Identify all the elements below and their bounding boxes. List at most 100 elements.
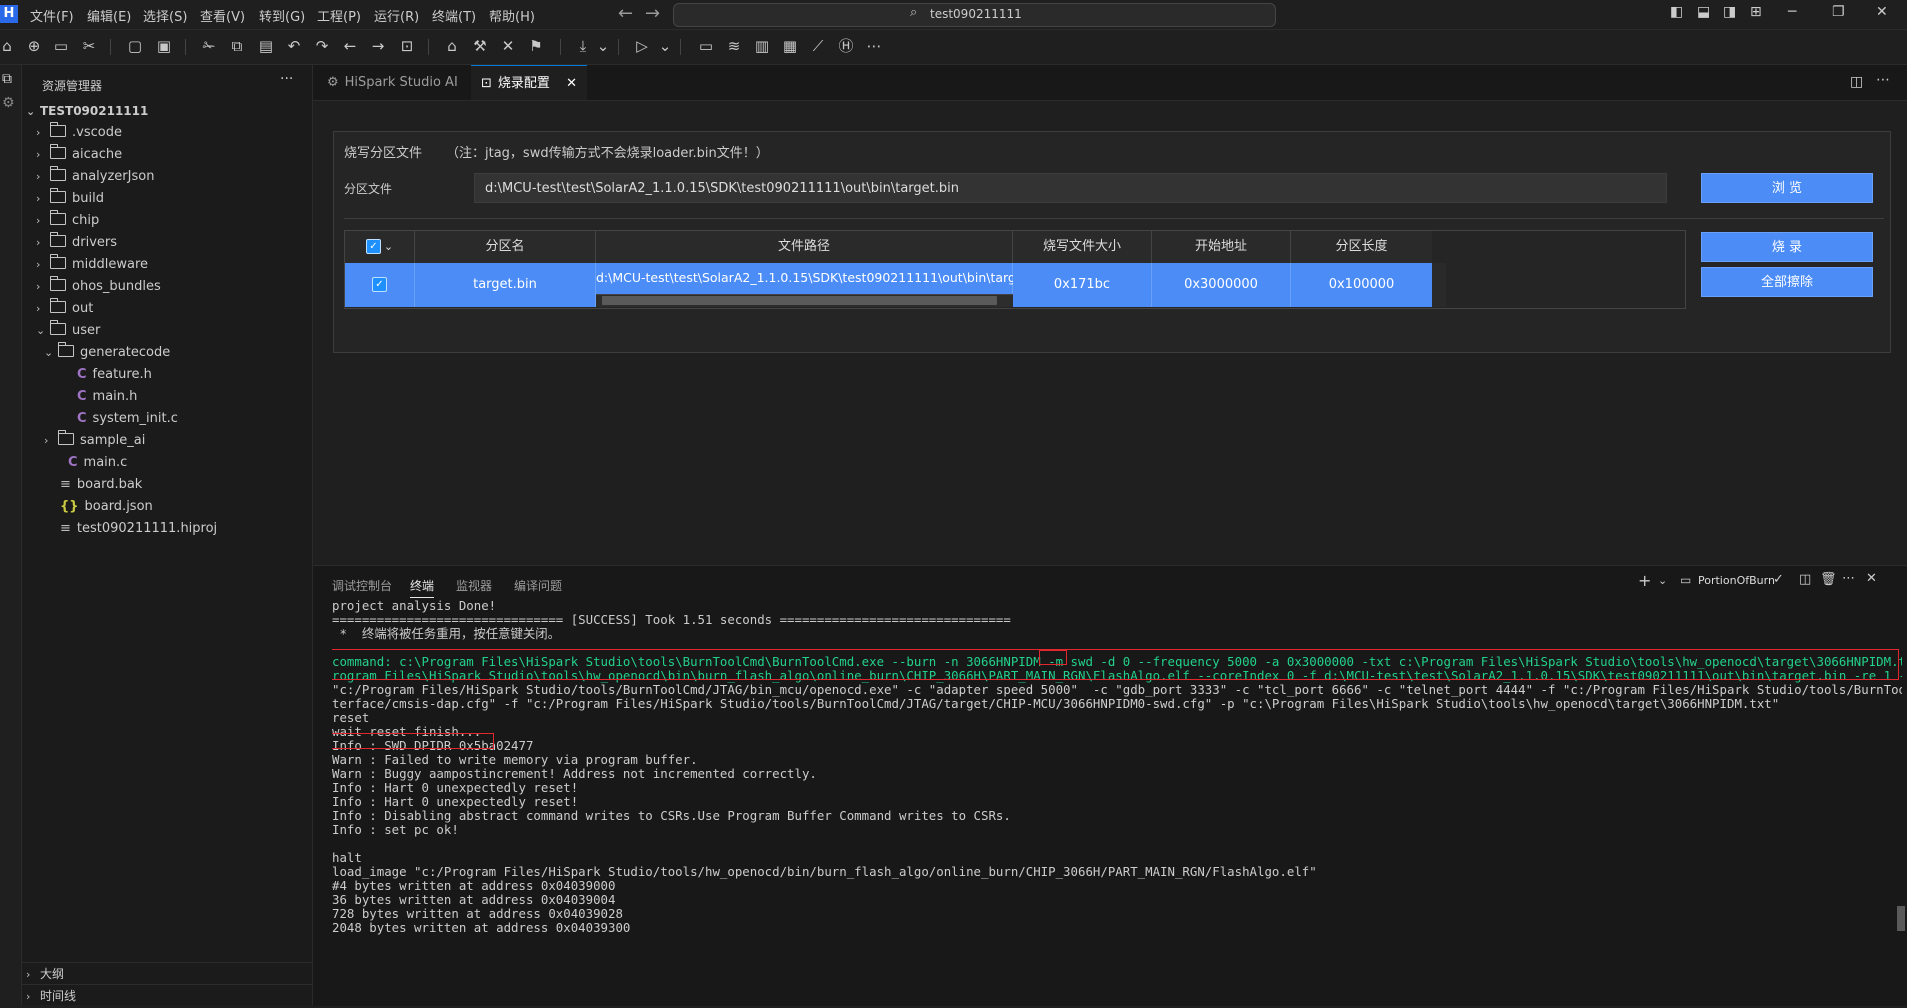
terminal-icon[interactable]: ▭ bbox=[696, 36, 716, 56]
tree-item[interactable]: › build bbox=[36, 188, 104, 210]
more-actions-icon[interactable]: ⋯ bbox=[1876, 72, 1890, 88]
explorer-icon[interactable]: ⧉ bbox=[2, 71, 12, 87]
menu-goto[interactable]: 转到(G) bbox=[259, 6, 305, 25]
chevron-down-icon[interactable]: ⌄ bbox=[384, 240, 393, 253]
settings-gear-icon[interactable]: ⚙ bbox=[2, 95, 15, 111]
browse-button[interactable]: 浏 览 bbox=[1701, 173, 1873, 203]
cut-icon[interactable]: ✁ bbox=[199, 36, 219, 56]
new-project-icon[interactable]: ⊕ bbox=[24, 36, 44, 56]
menu-project[interactable]: 工程(P) bbox=[317, 6, 361, 25]
tree-item[interactable]: ≡ board.bak bbox=[60, 474, 142, 496]
close-panel-icon[interactable]: ✕ bbox=[1866, 571, 1877, 586]
new-file-icon[interactable]: ▢ bbox=[125, 36, 145, 56]
tree-item[interactable]: › analyzerJson bbox=[36, 166, 154, 188]
scrollbar-thumb[interactable] bbox=[602, 296, 997, 305]
outline-section[interactable]: › 大纲 bbox=[26, 963, 64, 985]
save-icon[interactable]: ▣ bbox=[154, 36, 174, 56]
menu-run[interactable]: 运行(R) bbox=[374, 6, 419, 25]
debug-icon[interactable]: ▷ bbox=[632, 36, 652, 56]
tools-icon[interactable]: ✂ bbox=[79, 36, 99, 56]
toggle-panel-icon[interactable]: ⬓ bbox=[1697, 4, 1710, 20]
trend-icon[interactable]: ⟋ bbox=[808, 36, 828, 56]
rebuild-icon[interactable]: ⚒ bbox=[470, 36, 490, 56]
col-header-size[interactable]: 烧写文件大小 bbox=[1013, 231, 1152, 263]
menu-file[interactable]: 文件(F) bbox=[30, 6, 74, 25]
tab-compile-issues[interactable]: 编译问题 bbox=[514, 577, 562, 594]
vertical-scrollbar[interactable] bbox=[1432, 263, 1446, 307]
tab-burn-config[interactable]: ⊡ 烧录配置 ✕ bbox=[471, 65, 587, 100]
burn-button[interactable]: 烧 录 bbox=[1701, 232, 1873, 262]
debug-dropdown-chevron-icon[interactable]: ⌄ bbox=[655, 36, 675, 56]
chip-icon[interactable]: ▦ bbox=[780, 36, 800, 56]
forward-arrow-icon[interactable]: → bbox=[645, 3, 660, 24]
close-tab-icon[interactable]: ✕ bbox=[566, 76, 577, 91]
tab-debug-console[interactable]: 调试控制台 bbox=[332, 577, 392, 594]
minimize-icon[interactable]: ─ bbox=[1788, 4, 1796, 20]
more-tools-icon[interactable]: ⋯ bbox=[864, 36, 884, 56]
chart-icon[interactable]: ▥ bbox=[752, 36, 772, 56]
tab-hispark-ai[interactable]: ⚙ HiSpark Studio AI bbox=[317, 65, 468, 100]
menu-select[interactable]: 选择(S) bbox=[143, 6, 187, 25]
stop-build-icon[interactable]: ⚑ bbox=[526, 36, 546, 56]
open-folder-icon[interactable]: ▭ bbox=[51, 36, 71, 56]
nav-forward-icon[interactable]: → bbox=[368, 36, 388, 56]
redo-icon[interactable]: ↷ bbox=[312, 36, 332, 56]
split-editor-icon[interactable]: ◫ bbox=[1850, 74, 1863, 90]
build-icon[interactable]: ⌂ bbox=[442, 36, 462, 56]
tree-item[interactable]: › chip bbox=[36, 210, 99, 232]
undo-icon[interactable]: ↶ bbox=[284, 36, 304, 56]
tree-item[interactable]: › drivers bbox=[36, 232, 117, 254]
horizontal-scrollbar[interactable] bbox=[596, 294, 1013, 307]
terminal-output[interactable]: project analysis Done! =================… bbox=[332, 599, 1902, 1004]
terminal-name[interactable]: PortionOfBurn bbox=[1698, 574, 1775, 587]
explorer-more-icon[interactable]: ··· bbox=[280, 71, 293, 87]
menu-view[interactable]: 查看(V) bbox=[200, 6, 245, 25]
tree-item[interactable]: Cmain.c bbox=[68, 452, 127, 474]
erase-all-button[interactable]: 全部擦除 bbox=[1701, 267, 1873, 297]
tab-monitor[interactable]: 监视器 bbox=[456, 577, 492, 594]
terminal-scrollbar-thumb[interactable] bbox=[1897, 906, 1905, 931]
paste-icon[interactable]: ▤ bbox=[256, 36, 276, 56]
tree-item[interactable]: › sample_ai bbox=[44, 430, 145, 452]
row-checkbox[interactable]: ✓ bbox=[372, 277, 387, 292]
burn-dropdown-chevron-icon[interactable]: ⌄ bbox=[593, 36, 613, 56]
tree-item[interactable]: › middleware bbox=[36, 254, 148, 276]
nav-back-icon[interactable]: ← bbox=[340, 36, 360, 56]
tree-item[interactable]: Csystem_init.c bbox=[77, 408, 178, 430]
layers-icon[interactable]: ≋ bbox=[724, 36, 744, 56]
col-header-start[interactable]: 开始地址 bbox=[1152, 231, 1291, 263]
find-icon[interactable]: ⊡ bbox=[397, 36, 417, 56]
tree-item[interactable]: Cfeature.h bbox=[77, 364, 152, 386]
tree-item[interactable]: › ohos_bundles bbox=[36, 276, 161, 298]
tab-terminal[interactable]: 终端 bbox=[410, 577, 435, 598]
tree-item[interactable]: ⌄ generatecode bbox=[44, 342, 170, 364]
close-window-icon[interactable]: ✕ bbox=[1876, 4, 1888, 20]
tree-item[interactable]: {} board.json bbox=[60, 496, 153, 518]
timeline-section[interactable]: › 时间线 bbox=[26, 985, 76, 1007]
tree-item[interactable]: › out bbox=[36, 298, 93, 320]
customize-layout-icon[interactable]: ⊞ bbox=[1750, 4, 1762, 20]
tree-item[interactable]: Cmain.h bbox=[77, 386, 137, 408]
menu-terminal[interactable]: 终端(T) bbox=[432, 6, 476, 25]
command-center-search[interactable]: ⌕ test090211111 bbox=[673, 3, 1276, 27]
partition-file-input[interactable]: d:\MCU-test\test\SolarA2_1.1.0.15\SDK\te… bbox=[474, 173, 1667, 203]
split-terminal-icon[interactable]: ◫ bbox=[1799, 572, 1811, 587]
toggle-sidebar-icon[interactable]: ◧ bbox=[1670, 4, 1683, 20]
select-all-checkbox[interactable]: ✓ bbox=[365, 239, 381, 254]
menu-edit[interactable]: 编辑(E) bbox=[87, 6, 131, 25]
col-header-name[interactable]: 分区名 bbox=[415, 231, 596, 263]
restore-icon[interactable]: ❐ bbox=[1832, 4, 1845, 20]
trash-icon[interactable]: 🗑 bbox=[1820, 572, 1837, 587]
new-terminal-icon[interactable]: + bbox=[1638, 571, 1651, 590]
copy-icon[interactable]: ⧉ bbox=[227, 36, 247, 56]
more-icon[interactable]: ⋯ bbox=[1842, 571, 1855, 586]
back-arrow-icon[interactable]: ← bbox=[618, 3, 633, 24]
chevron-down-icon[interactable]: ⌄ bbox=[1658, 574, 1667, 587]
tree-root[interactable]: ⌄ TEST090211111 bbox=[26, 100, 148, 122]
tree-item[interactable]: ⌄ user bbox=[36, 320, 100, 342]
burn-download-icon[interactable]: ⤓ bbox=[573, 36, 593, 56]
col-header-length[interactable]: 分区长度 bbox=[1291, 231, 1432, 263]
tree-item[interactable]: › .vscode bbox=[36, 122, 122, 144]
select-all-header[interactable]: ✓ ⌄ bbox=[345, 231, 415, 263]
home-icon[interactable]: ⌂ bbox=[0, 36, 17, 56]
